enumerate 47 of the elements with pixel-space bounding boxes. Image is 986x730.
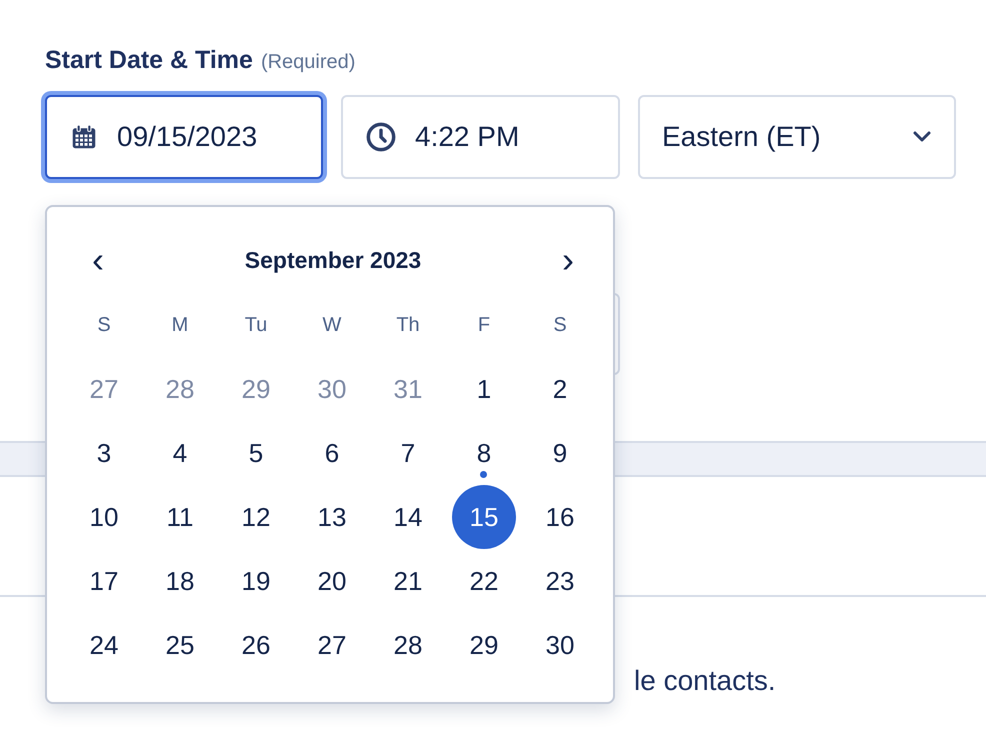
calendar-day[interactable]: 4 (148, 421, 212, 485)
calendar-day[interactable]: 14 (376, 485, 440, 549)
weekday-label: S (552, 312, 568, 338)
chevron-down-icon (912, 131, 932, 143)
description-text: le contacts. (634, 665, 777, 697)
calendar-day[interactable]: 2 (528, 357, 592, 421)
calendar-day[interactable]: 9 (528, 421, 592, 485)
calendar-day[interactable]: 30 (528, 613, 592, 677)
calendar-day[interactable]: 10 (72, 485, 136, 549)
calendar-day[interactable]: 6 (300, 421, 364, 485)
previous-month-button[interactable]: ‹ (84, 242, 112, 278)
calendar-day[interactable]: 23 (528, 549, 592, 613)
time-field[interactable]: 4:22 PM (341, 95, 620, 179)
calendar-day[interactable]: 13 (300, 485, 364, 549)
calendar-day[interactable]: 16 (528, 485, 592, 549)
weekday-label: M (170, 312, 190, 338)
weekday-label: Th (395, 312, 421, 338)
calendar-day[interactable]: 27 (300, 613, 364, 677)
calendar-day[interactable]: 18 (148, 549, 212, 613)
calendar-day[interactable]: 3 (72, 421, 136, 485)
weekday-label: F (476, 312, 492, 338)
calendar-day[interactable]: 21 (376, 549, 440, 613)
calendar-day[interactable]: 5 (224, 421, 288, 485)
calendar-day[interactable]: 15 (452, 485, 516, 549)
clock-icon (365, 121, 397, 153)
calendar-day[interactable]: 29 (452, 613, 516, 677)
calendar-day[interactable]: 20 (300, 549, 364, 613)
required-hint: (Required) (260, 51, 356, 74)
calendar-day[interactable]: 19 (224, 549, 288, 613)
calendar-day[interactable]: 26 (224, 613, 288, 677)
calendar-day[interactable]: 24 (72, 613, 136, 677)
calendar-day[interactable]: 22 (452, 549, 516, 613)
next-month-button[interactable]: › (554, 242, 582, 278)
field-label: Start Date & Time (45, 46, 253, 75)
calendar-day[interactable]: 11 (148, 485, 212, 549)
calendar-day[interactable]: 28 (376, 613, 440, 677)
calendar-day[interactable]: 7 (376, 421, 440, 485)
month-title: September 2023 (244, 246, 422, 274)
calendar-day[interactable]: 17 (72, 549, 136, 613)
calendar-day[interactable]: 1 (452, 357, 516, 421)
timezone-select[interactable]: Eastern (ET) (638, 95, 956, 179)
calendar-day[interactable]: 25 (148, 613, 212, 677)
weekday-label: W (322, 312, 342, 338)
weekday-label: Tu (244, 312, 268, 338)
calendar-day[interactable]: 8 (452, 421, 516, 485)
weekday-label: S (96, 312, 112, 338)
calendar-day[interactable]: 12 (224, 485, 288, 549)
